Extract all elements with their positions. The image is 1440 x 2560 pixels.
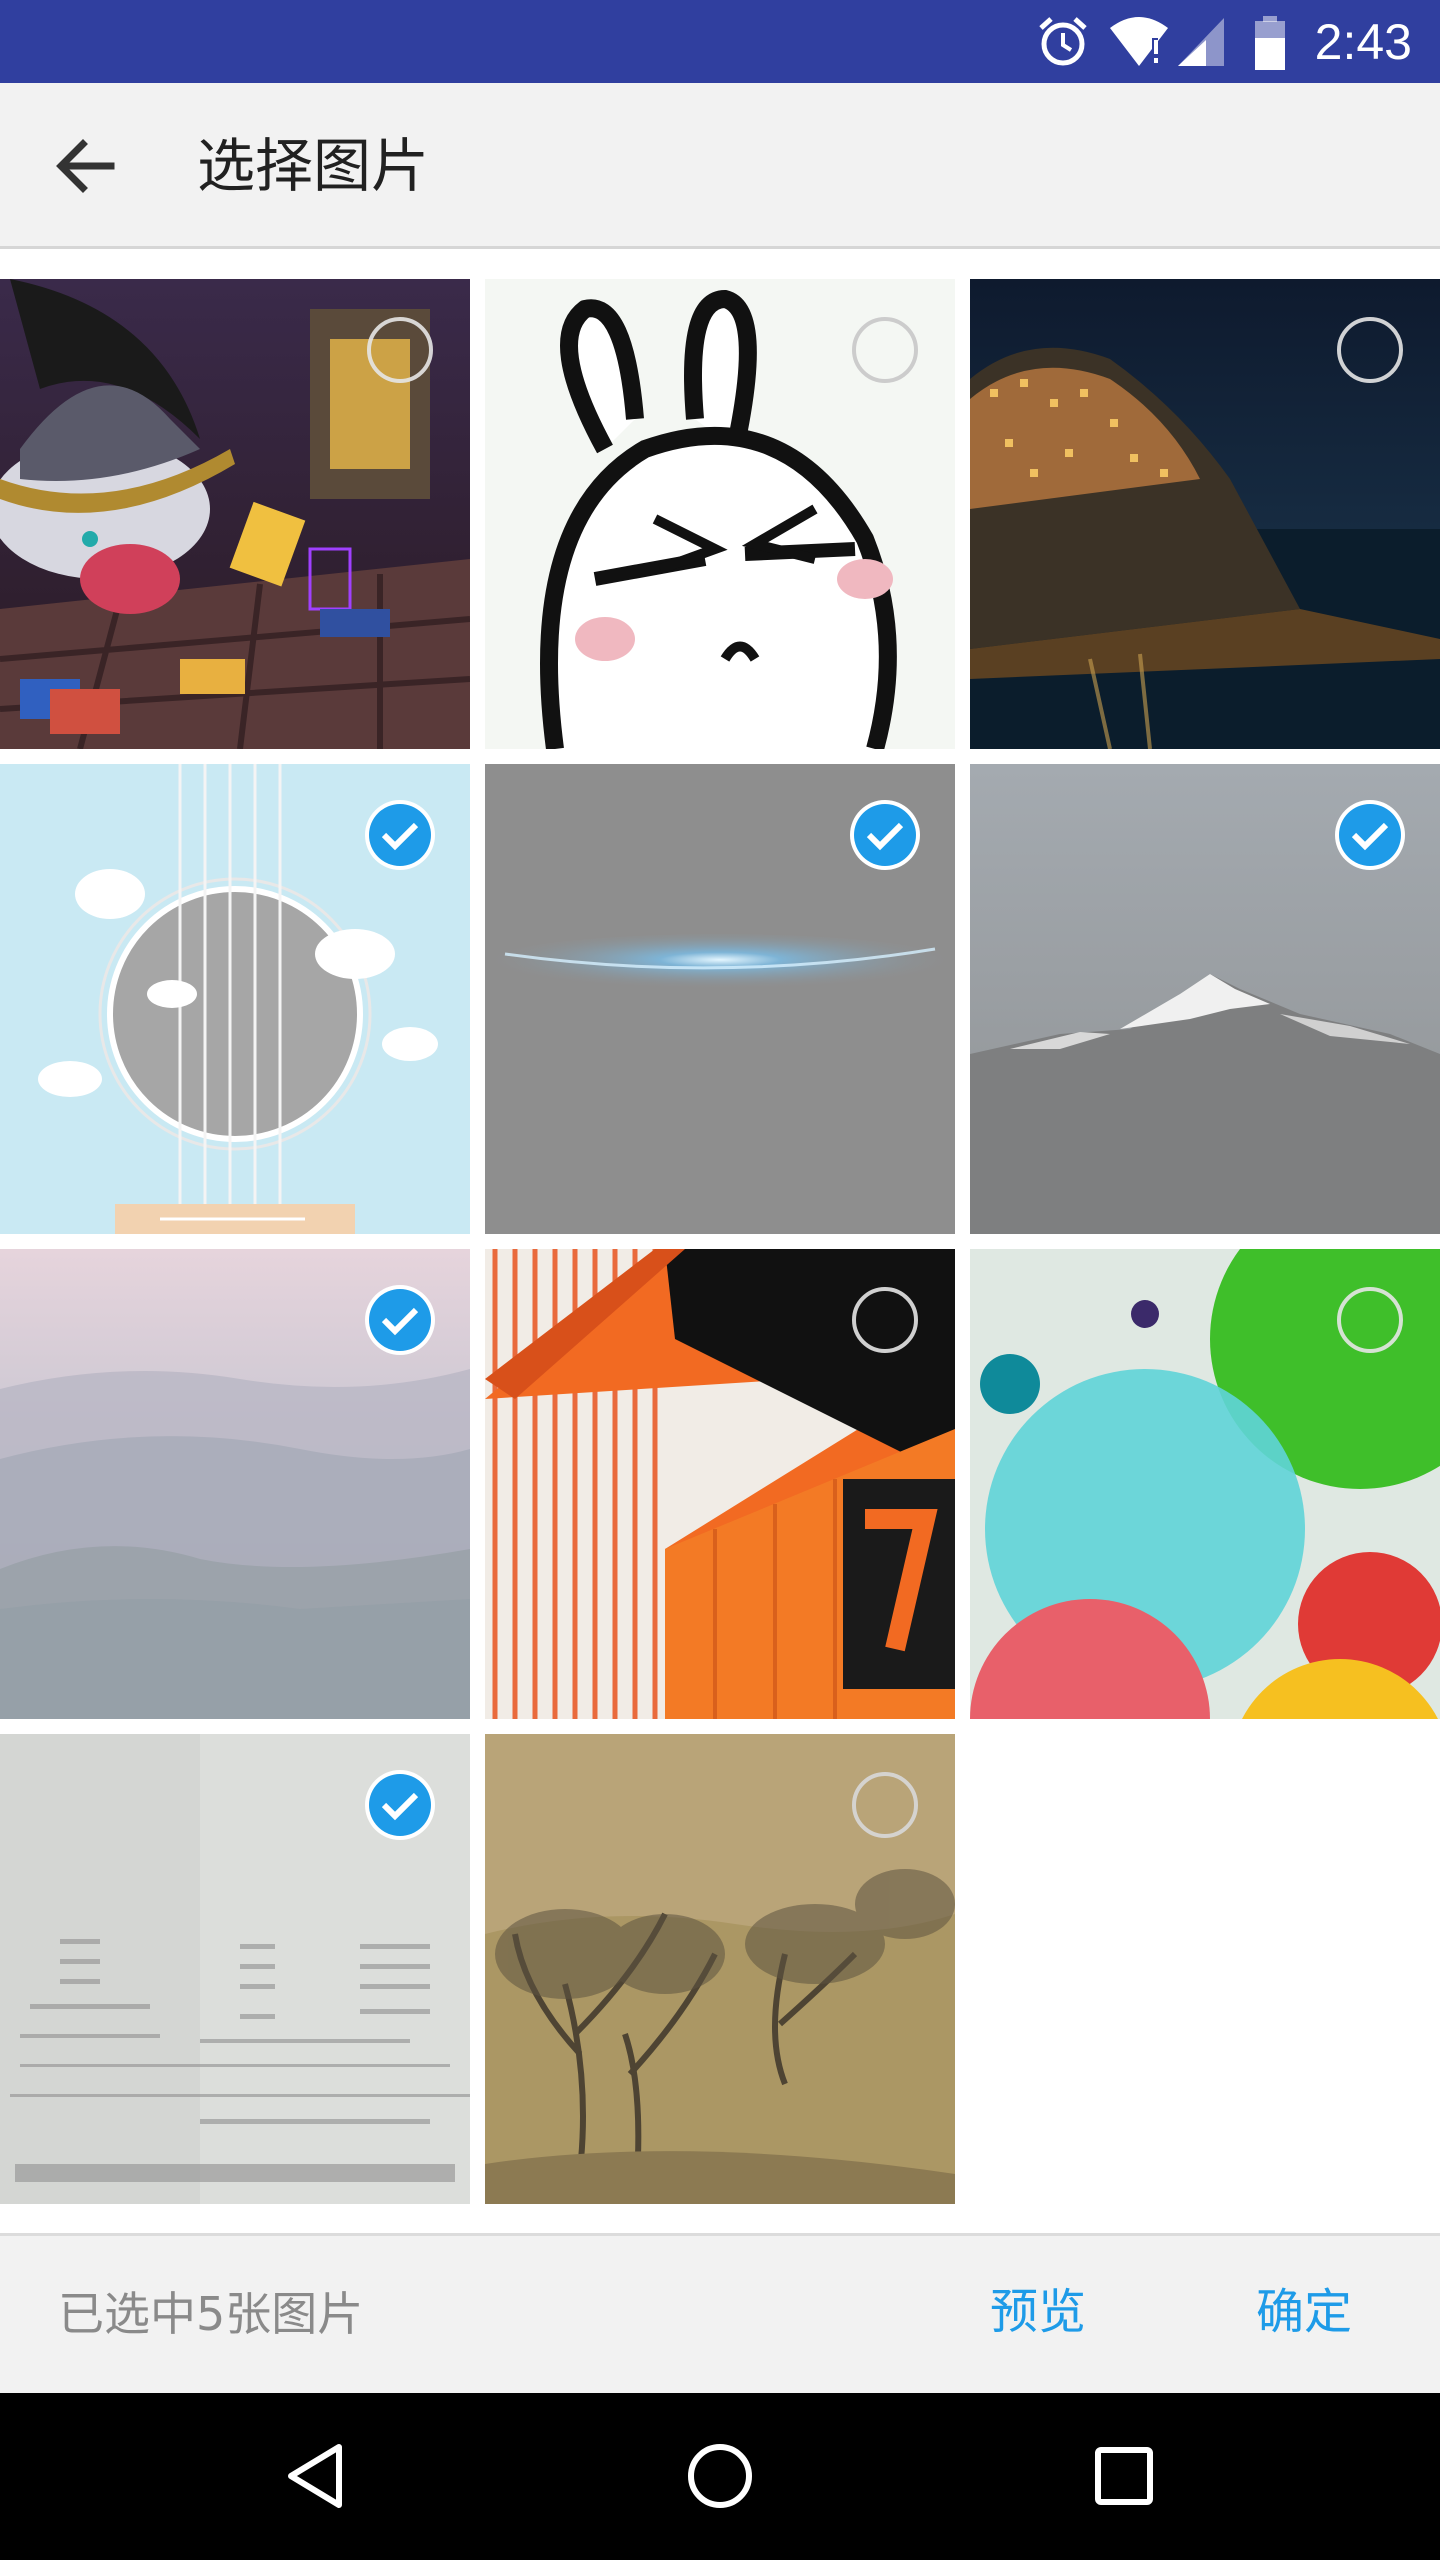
- preview-button[interactable]: 预览: [990, 2282, 1086, 2342]
- system-nav-bar: [0, 2393, 1440, 2560]
- photo-tile-orange-building-7[interactable]: [485, 1249, 955, 1719]
- nav-recents-button[interactable]: [1074, 2426, 1174, 2526]
- arrow-back-icon: [56, 139, 115, 193]
- select-checkbox-checked[interactable]: [365, 1285, 435, 1355]
- nav-home-button[interactable]: [670, 2426, 770, 2526]
- back-button[interactable]: [30, 126, 140, 206]
- select-checkbox-unchecked[interactable]: [850, 1770, 920, 1840]
- select-checkbox-checked[interactable]: [1335, 800, 1405, 870]
- photo-tile-cartoon-character[interactable]: [0, 279, 470, 749]
- select-checkbox-checked[interactable]: [365, 1770, 435, 1840]
- recents-square-icon: [1095, 2447, 1153, 2505]
- photo-tile-guitar-illustration[interactable]: [0, 764, 470, 1234]
- bottom-action-bar: 已选中5张图片 预览 确定: [0, 2233, 1440, 2393]
- nav-back-button[interactable]: [266, 2426, 366, 2526]
- photo-tile-paper-document[interactable]: [0, 1734, 470, 2204]
- photo-tile-snow-mountain[interactable]: [970, 764, 1440, 1234]
- battery-icon: [1255, 16, 1285, 70]
- photo-tile-misty-hills[interactable]: [0, 1249, 470, 1719]
- select-checkbox-unchecked[interactable]: [850, 315, 920, 385]
- status-bar: 2:43: [0, 0, 1440, 83]
- select-checkbox-unchecked[interactable]: [1335, 1285, 1405, 1355]
- wifi-icon: [1110, 17, 1168, 66]
- page-title: 选择图片: [197, 132, 430, 200]
- photo-tile-blue-light-streak[interactable]: [485, 764, 955, 1234]
- select-checkbox-checked[interactable]: [365, 800, 435, 870]
- selection-count: 已选中5张图片: [58, 2287, 364, 2341]
- back-triangle-icon: [288, 2444, 342, 2508]
- photo-tile-colorful-circles[interactable]: [970, 1249, 1440, 1719]
- confirm-button[interactable]: 确定: [1256, 2282, 1352, 2342]
- photo-tile-landscape-painting[interactable]: [485, 1734, 955, 2204]
- status-time: 2:43: [1314, 14, 1412, 70]
- photo-tile-rabbit-sticker[interactable]: [485, 279, 955, 749]
- home-circle-icon: [688, 2444, 752, 2508]
- select-checkbox-unchecked[interactable]: [850, 1285, 920, 1355]
- app-bar: 选择图片: [0, 83, 1440, 249]
- alarm-icon: [1039, 17, 1087, 66]
- select-checkbox-unchecked[interactable]: [1335, 315, 1405, 385]
- photo-tile-coastal-village-night[interactable]: [970, 279, 1440, 749]
- select-checkbox-unchecked[interactable]: [365, 315, 435, 385]
- select-checkbox-checked[interactable]: [850, 800, 920, 870]
- cellular-icon: [1178, 18, 1224, 66]
